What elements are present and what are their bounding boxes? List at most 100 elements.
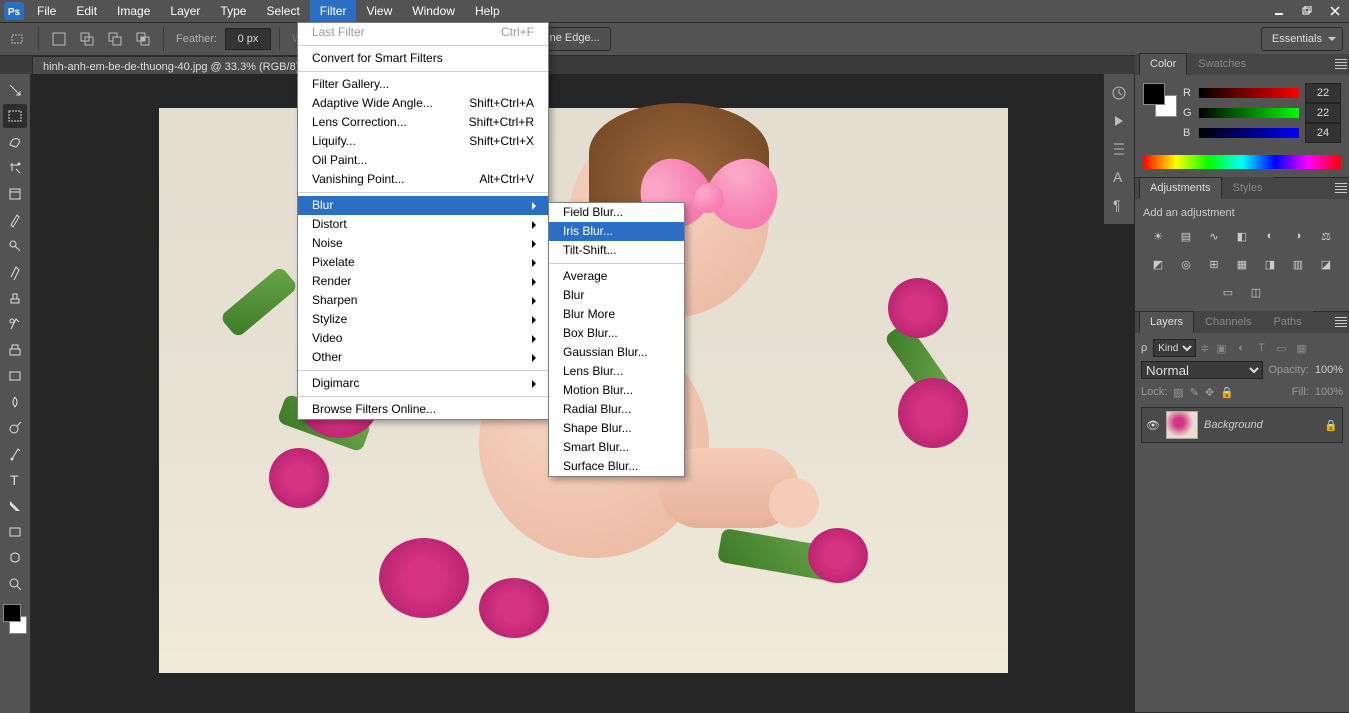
layer-item-background[interactable]: 👁 Background 🔒 xyxy=(1141,407,1343,443)
menu-item-filter-gallery[interactable]: Filter Gallery... xyxy=(298,75,548,94)
filter-pixel-icon[interactable]: ▣ xyxy=(1213,340,1229,356)
zoom-tool[interactable] xyxy=(3,572,27,596)
filter-smart-icon[interactable]: ▦ xyxy=(1293,340,1309,356)
g-input[interactable] xyxy=(1305,103,1341,123)
panel-menu-icon[interactable] xyxy=(1335,183,1347,193)
lock-transparency-icon[interactable]: ▨ xyxy=(1173,386,1183,399)
actions-panel-icon[interactable] xyxy=(1110,112,1128,130)
adjustment-vibrance-icon[interactable]: ◐ xyxy=(1259,225,1281,247)
menu-item-blur-more[interactable]: Blur More xyxy=(549,305,684,324)
menu-item-adaptive-wide-angle[interactable]: Adaptive Wide Angle...Shift+Ctrl+A xyxy=(298,94,548,113)
menu-file[interactable]: File xyxy=(27,0,66,22)
fill-value[interactable]: 100% xyxy=(1315,386,1343,398)
menu-edit[interactable]: Edit xyxy=(66,0,107,22)
adjustment-color-balance-icon[interactable]: ⚖ xyxy=(1315,225,1337,247)
character-panel-icon[interactable]: A xyxy=(1110,168,1128,186)
visibility-toggle-icon[interactable]: 👁 xyxy=(1146,418,1160,432)
workspace-selector[interactable]: Essentials xyxy=(1261,27,1343,51)
b-input[interactable] xyxy=(1305,123,1341,143)
r-input[interactable] xyxy=(1305,83,1341,103)
adjustment-threshold-icon[interactable]: ◪ xyxy=(1315,253,1337,275)
adjustment-levels-icon[interactable]: ▤ xyxy=(1175,225,1197,247)
adjustment-posterize-icon[interactable]: ▥ xyxy=(1287,253,1309,275)
tab-layers[interactable]: Layers xyxy=(1139,311,1194,333)
layer-name[interactable]: Background xyxy=(1204,419,1263,431)
lock-position-icon[interactable]: ✥ xyxy=(1205,386,1214,399)
menu-view[interactable]: View xyxy=(356,0,402,22)
menu-item-box-blur[interactable]: Box Blur... xyxy=(549,324,684,343)
menu-item-average[interactable]: Average xyxy=(549,267,684,286)
history-brush-tool[interactable] xyxy=(3,312,27,336)
menu-item-lens-blur[interactable]: Lens Blur... xyxy=(549,362,684,381)
adjustment-color-lookup-icon[interactable]: ▦ xyxy=(1231,253,1253,275)
menu-item-motion-blur[interactable]: Motion Blur... xyxy=(549,381,684,400)
tab-channels[interactable]: Channels xyxy=(1194,311,1262,333)
tab-color[interactable]: Color xyxy=(1139,53,1187,75)
properties-panel-icon[interactable] xyxy=(1110,140,1128,158)
clone-stamp-tool[interactable] xyxy=(3,286,27,310)
window-restore-button[interactable] xyxy=(1293,0,1321,22)
eraser-tool[interactable] xyxy=(3,338,27,362)
menu-item-sharpen[interactable]: Sharpen xyxy=(298,291,548,310)
layer-thumbnail[interactable] xyxy=(1166,411,1198,439)
lasso-tool[interactable] xyxy=(3,130,27,154)
crop-tool[interactable] xyxy=(3,182,27,206)
menu-item-noise[interactable]: Noise xyxy=(298,234,548,253)
adjustment-photo-filter-icon[interactable]: ◎ xyxy=(1175,253,1197,275)
blend-mode-select[interactable]: Normal xyxy=(1141,361,1263,379)
menu-item-other[interactable]: Other xyxy=(298,348,548,371)
fg-color-swatch[interactable] xyxy=(1143,83,1165,105)
adjustment-hue-sat-icon[interactable]: ◑ xyxy=(1287,225,1309,247)
path-selection-tool[interactable] xyxy=(3,494,27,518)
dodge-tool[interactable] xyxy=(3,416,27,440)
menu-item-browse-filters-online[interactable]: Browse Filters Online... xyxy=(298,400,548,419)
spot-healing-tool[interactable] xyxy=(3,234,27,258)
menu-item-vanishing-point[interactable]: Vanishing Point...Alt+Ctrl+V xyxy=(298,170,548,193)
menu-item-video[interactable]: Video xyxy=(298,329,548,348)
history-panel-icon[interactable] xyxy=(1110,84,1128,102)
menu-image[interactable]: Image xyxy=(107,0,160,22)
tab-swatches[interactable]: Swatches xyxy=(1187,53,1257,75)
intersect-selection-icon[interactable] xyxy=(131,27,155,51)
adjustment-bw-icon[interactable]: ◩ xyxy=(1147,253,1169,275)
menu-item-tilt-shift[interactable]: Tilt-Shift... xyxy=(549,241,684,264)
rectangle-tool[interactable] xyxy=(3,520,27,544)
tool-preset-icon[interactable] xyxy=(6,27,30,51)
new-selection-icon[interactable] xyxy=(47,27,71,51)
menu-item-field-blur[interactable]: Field Blur... xyxy=(549,203,684,222)
menu-layer[interactable]: Layer xyxy=(160,0,210,22)
menu-item-digimarc[interactable]: Digimarc xyxy=(298,374,548,397)
filter-adjust-icon[interactable]: ◐ xyxy=(1233,340,1249,356)
magic-wand-tool[interactable] xyxy=(3,156,27,180)
add-to-selection-icon[interactable] xyxy=(75,27,99,51)
adjustment-invert-icon[interactable]: ◨ xyxy=(1259,253,1281,275)
menu-item-stylize[interactable]: Stylize xyxy=(298,310,548,329)
opacity-value[interactable]: 100% xyxy=(1315,364,1343,376)
b-slider[interactable] xyxy=(1199,128,1299,138)
menu-item-liquify[interactable]: Liquify...Shift+Ctrl+X xyxy=(298,132,548,151)
pen-tool[interactable] xyxy=(3,442,27,466)
menu-item-shape-blur[interactable]: Shape Blur... xyxy=(549,419,684,438)
panel-menu-icon[interactable] xyxy=(1335,317,1347,327)
menu-help[interactable]: Help xyxy=(465,0,510,22)
panel-menu-icon[interactable] xyxy=(1335,59,1347,69)
hand-tool[interactable] xyxy=(3,546,27,570)
feather-input[interactable] xyxy=(225,28,271,50)
menu-item-iris-blur[interactable]: Iris Blur... xyxy=(549,222,684,241)
menu-filter[interactable]: Filter xyxy=(310,0,357,22)
adjustment-curves-icon[interactable]: ∿ xyxy=(1203,225,1225,247)
gradient-tool[interactable] xyxy=(3,364,27,388)
filter-shape-icon[interactable]: ▭ xyxy=(1273,340,1289,356)
adjustment-exposure-icon[interactable]: ◧ xyxy=(1231,225,1253,247)
layer-filter-kind[interactable]: Kind xyxy=(1153,339,1196,357)
eyedropper-tool[interactable] xyxy=(3,208,27,232)
brush-tool[interactable] xyxy=(3,260,27,284)
menu-item-gaussian-blur[interactable]: Gaussian Blur... xyxy=(549,343,684,362)
window-close-button[interactable] xyxy=(1321,0,1349,22)
menu-item-smart-blur[interactable]: Smart Blur... xyxy=(549,438,684,457)
move-tool[interactable] xyxy=(3,78,27,102)
menu-item-pixelate[interactable]: Pixelate xyxy=(298,253,548,272)
menu-item-blur[interactable]: Blur xyxy=(549,286,684,305)
menu-item-oil-paint[interactable]: Oil Paint... xyxy=(298,151,548,170)
tab-styles[interactable]: Styles xyxy=(1222,177,1274,199)
